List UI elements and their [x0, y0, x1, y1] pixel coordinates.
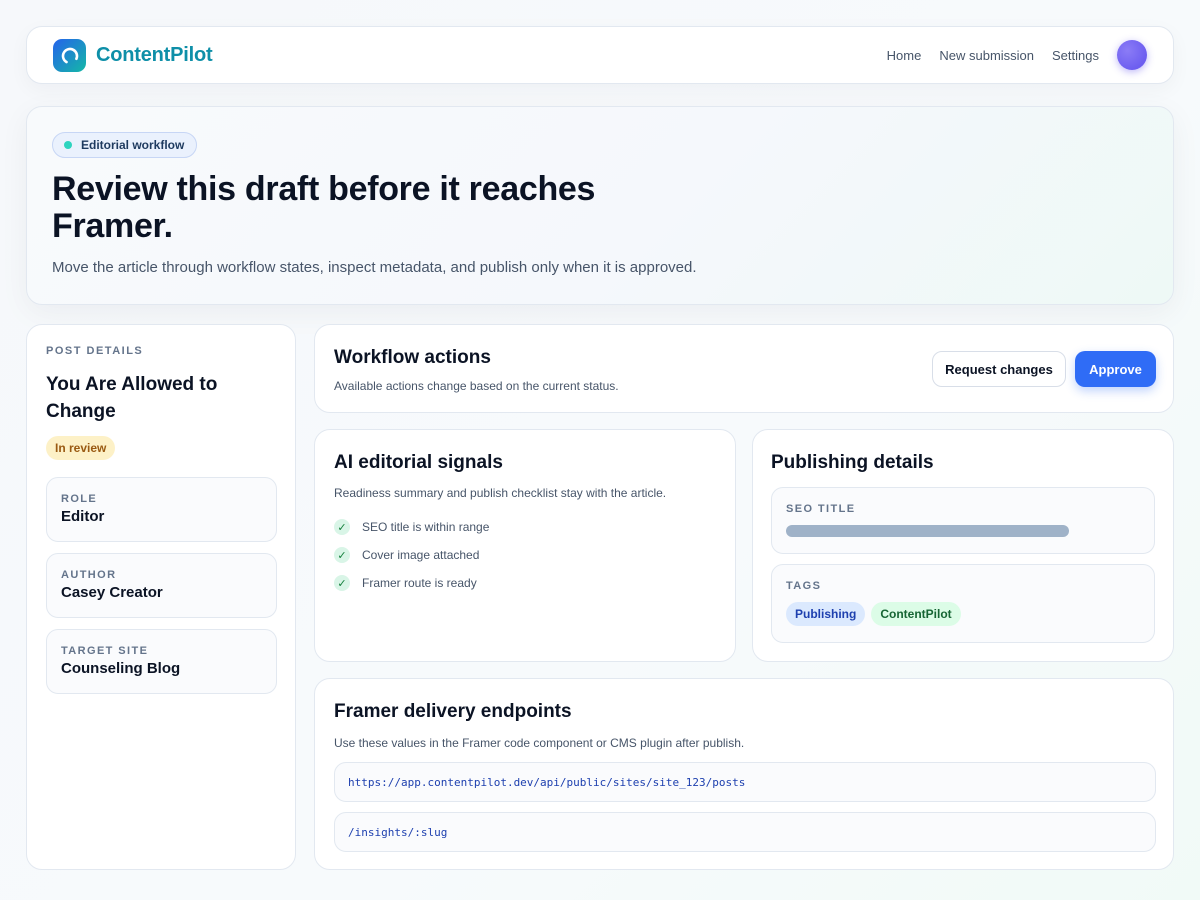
post-details-panel: POST DETAILS You Are Allowed to Change I… [26, 324, 296, 870]
checklist: ✓ SEO title is within range ✓ Cover imag… [334, 513, 489, 597]
nav-link-new-submission[interactable]: New submission [939, 48, 1034, 63]
publishing-title: Publishing details [771, 452, 934, 473]
check-icon: ✓ [334, 575, 350, 591]
meta-label: ROLE [61, 493, 98, 505]
workflow-actions-panel: Workflow actions Available actions chang… [314, 324, 1174, 413]
check-icon: ✓ [334, 519, 350, 535]
user-avatar[interactable] [1117, 40, 1147, 70]
check-icon: ✓ [334, 547, 350, 563]
workflow-pill-label: Editorial workflow [81, 138, 185, 152]
status-dot-icon [64, 141, 72, 149]
endpoints-title: Framer delivery endpoints [334, 701, 572, 722]
meta-value: Editor [61, 508, 105, 525]
checklist-item: ✓ SEO title is within range [334, 513, 489, 541]
nav-link-home[interactable]: Home [887, 48, 922, 63]
status-badge: In review [46, 436, 116, 460]
checklist-item-label: Cover image attached [362, 548, 480, 562]
request-changes-button[interactable]: Request changes [932, 351, 1066, 387]
post-details-label: POST DETAILS [46, 345, 144, 357]
page-title: Review this draft before it reaches Fram… [52, 170, 596, 245]
checklist-item: ✓ Framer route is ready [334, 569, 489, 597]
signals-title: AI editorial signals [334, 452, 503, 473]
meta-role: ROLE Editor [46, 477, 277, 542]
framer-endpoints-panel: Framer delivery endpoints Use these valu… [314, 678, 1174, 870]
hero-banner: Editorial workflow Review this draft bef… [26, 106, 1174, 305]
checklist-item-label: SEO title is within range [362, 520, 490, 534]
endpoints-subtitle: Use these values in the Framer code comp… [334, 736, 745, 750]
publishing-details-panel: Publishing details SEO TITLE TAGS Publis… [752, 429, 1174, 662]
nav-link-settings[interactable]: Settings [1052, 48, 1099, 63]
approve-button[interactable]: Approve [1075, 351, 1156, 387]
workflow-subtitle: Available actions change based on the cu… [334, 379, 619, 393]
meta-value: Counseling Blog [61, 660, 181, 677]
post-title: You Are Allowed to Change [46, 374, 218, 422]
tag-list: Publishing ContentPilot [786, 602, 1140, 626]
route-field[interactable]: /insights/:slug [334, 812, 1156, 852]
meta-value: Casey Creator [61, 584, 163, 601]
seo-title-placeholder-bar [786, 525, 1069, 537]
meta-label: TARGET SITE [61, 645, 149, 657]
tag-publishing: Publishing [786, 602, 866, 626]
checklist-item-label: Framer route is ready [362, 576, 477, 590]
workflow-pill: Editorial workflow [52, 132, 198, 158]
page-subtitle: Move the article through workflow states… [52, 259, 697, 276]
signals-subtitle: Readiness summary and publish checklist … [334, 486, 667, 500]
workflow-title: Workflow actions [334, 347, 491, 368]
tag-contentpilot: ContentPilot [871, 602, 961, 626]
seo-title-label: SEO TITLE [786, 503, 856, 515]
brand-name: ContentPilot [96, 44, 213, 66]
top-navbar: ContentPilot Home New submission Setting… [26, 26, 1174, 84]
circular-logo-icon [53, 39, 86, 72]
meta-label: AUTHOR [61, 569, 117, 581]
tags-label: TAGS [786, 580, 822, 592]
seo-title-field: SEO TITLE [771, 487, 1155, 554]
api-url-field[interactable]: https://app.contentpilot.dev/api/public/… [334, 762, 1156, 802]
nav-links: Home New submission Settings [869, 40, 1147, 70]
brand[interactable]: ContentPilot [53, 39, 213, 72]
meta-target-site: TARGET SITE Counseling Blog [46, 629, 277, 694]
checklist-item: ✓ Cover image attached [334, 541, 489, 569]
meta-author: AUTHOR Casey Creator [46, 553, 277, 618]
tags-field: TAGS Publishing ContentPilot [771, 564, 1155, 643]
ai-signals-panel: AI editorial signals Readiness summary a… [314, 429, 736, 662]
